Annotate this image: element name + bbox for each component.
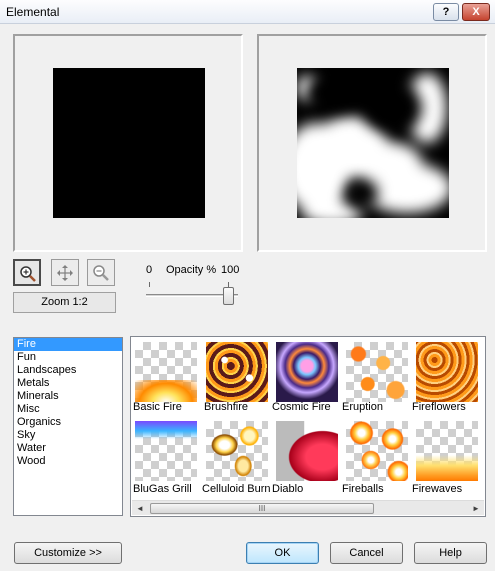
pan-button[interactable] <box>51 259 79 286</box>
thumbnail-label: Celluloid Burn <box>202 483 271 495</box>
blugas-flame <box>135 421 197 439</box>
thumbnail-basic-fire[interactable] <box>135 342 197 402</box>
zoom-in-button[interactable] <box>13 259 41 286</box>
customize-button[interactable]: Customize >> <box>14 542 122 564</box>
ok-button[interactable]: OK <box>246 542 319 564</box>
category-item-misc[interactable]: Misc <box>14 403 122 416</box>
category-list[interactable]: Fire Fun Landscapes Metals Minerals Misc… <box>13 337 123 516</box>
thumbnail-label: BluGas Grill <box>133 483 192 495</box>
thumbnail-scrollbar[interactable]: ◄ III ► <box>132 500 484 515</box>
opacity-label: Opacity % <box>166 264 217 276</box>
help-icon: ? <box>442 6 450 18</box>
scroll-right-icon[interactable]: ► <box>469 502 483 515</box>
scroll-left-icon[interactable]: ◄ <box>133 502 147 515</box>
thumbnail-cosmic-fire[interactable] <box>276 342 338 402</box>
opacity-slider-thumb[interactable] <box>223 287 234 305</box>
preview-original[interactable] <box>13 34 243 252</box>
thumbnail-fireflowers[interactable] <box>416 342 478 402</box>
scroll-grip-icon: III <box>258 504 266 513</box>
preview-effect[interactable] <box>257 34 487 252</box>
category-item-sky[interactable]: Sky <box>14 429 122 442</box>
thumbnail-label: Diablo <box>272 483 304 495</box>
thumbnail-label: Brushfire <box>204 401 249 413</box>
category-item-fire[interactable]: Fire <box>14 338 122 351</box>
thumbnail-firewaves[interactable] <box>416 421 478 481</box>
celluloid-burn-spots <box>206 421 268 481</box>
category-item-fun[interactable]: Fun <box>14 351 122 364</box>
scroll-thumb[interactable]: III <box>150 503 374 514</box>
thumbnail-diablo[interactable] <box>276 421 338 481</box>
zoom-out-button[interactable] <box>87 259 115 286</box>
basic-fire-flame <box>135 380 197 402</box>
title-help-button[interactable]: ? <box>433 3 459 21</box>
cancel-button[interactable]: Cancel <box>330 542 403 564</box>
thumbnail-brushfire[interactable] <box>206 342 268 402</box>
thumbnail-blugas-grill[interactable] <box>135 421 197 481</box>
thumbnail-fireballs[interactable] <box>346 421 408 481</box>
close-icon: X <box>472 6 480 18</box>
effect-image <box>297 68 449 218</box>
window-title: Elemental <box>6 5 60 19</box>
thumbnail-eruption[interactable] <box>346 342 408 402</box>
fireballs-spots <box>346 421 408 481</box>
thumbnail-label: Fireflowers <box>412 401 466 413</box>
thumbnail-label: Cosmic Fire <box>272 401 331 413</box>
category-item-wood[interactable]: Wood <box>14 455 122 468</box>
zoom-in-icon <box>20 266 36 282</box>
original-image <box>53 68 205 218</box>
slider-tick-min <box>149 282 150 287</box>
zoom-out-icon <box>93 265 109 281</box>
pan-icon <box>57 265 73 281</box>
category-item-metals[interactable]: Metals <box>14 377 122 390</box>
thumbnail-label: Basic Fire <box>133 401 182 413</box>
thumbnail-grid[interactable]: Basic Fire Brushfire Cosmic Fire Eruptio… <box>130 336 486 517</box>
eruption-splatter <box>346 342 408 402</box>
category-item-organics[interactable]: Organics <box>14 416 122 429</box>
opacity-min-label: 0 <box>146 264 153 276</box>
category-item-landscapes[interactable]: Landscapes <box>14 364 122 377</box>
thumbnail-label: Fireballs <box>342 483 384 495</box>
zoom-level-label: Zoom 1:2 <box>13 292 116 313</box>
title-bar: Elemental ? X <box>0 0 495 24</box>
category-item-minerals[interactable]: Minerals <box>14 390 122 403</box>
category-item-water[interactable]: Water <box>14 442 122 455</box>
thumbnail-celluloid-burn[interactable] <box>206 421 268 481</box>
help-button[interactable]: Help <box>414 542 487 564</box>
close-button[interactable]: X <box>462 3 490 21</box>
thumbnail-label: Eruption <box>342 401 383 413</box>
firewaves-flame <box>416 455 478 481</box>
opacity-max-label: 100 <box>221 264 240 276</box>
thumbnail-label: Firewaves <box>412 483 463 495</box>
